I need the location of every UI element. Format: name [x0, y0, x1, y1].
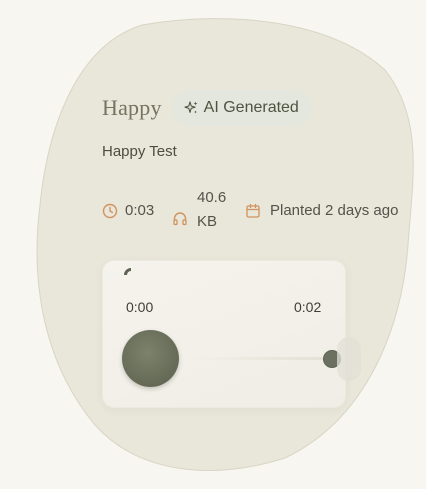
- card-blob-background: [36, 18, 414, 471]
- play-button[interactable]: [122, 330, 179, 387]
- total-time: 0:02: [294, 299, 322, 315]
- size-value: 40.6 KB: [197, 189, 227, 230]
- duration-meta: 0:03: [102, 202, 154, 219]
- planted-value: Planted 2 days ago: [270, 202, 399, 219]
- recording-title: Happy: [102, 95, 162, 120]
- recording-description: Happy Test: [102, 143, 177, 160]
- waveform-marker-icon: [124, 268, 131, 275]
- size-meta: 40.6 KB: [172, 186, 231, 234]
- current-time: 0:00: [126, 299, 154, 315]
- recording-meta: 0:03 40.6 KB Planted 2 days ago: [102, 186, 402, 236]
- sparkles-icon: [183, 100, 199, 116]
- planted-meta: Planted 2 days ago: [245, 202, 398, 219]
- clock-icon: [102, 203, 118, 218]
- ai-badge-label: AI Generated: [203, 99, 299, 116]
- title-row: Happy AI Generated: [102, 90, 312, 126]
- scroll-handle[interactable]: [337, 337, 361, 381]
- headphones-icon: [173, 212, 187, 226]
- audio-card-stage: Happy AI Generated Happy Test 0:03 40.6 …: [0, 0, 426, 489]
- audio-player: 0:00 0:02: [102, 260, 346, 408]
- progress-track[interactable]: [193, 357, 325, 360]
- ai-generated-badge: AI Generated: [171, 90, 312, 126]
- calendar-icon: [246, 203, 260, 218]
- duration-value: 0:03: [125, 202, 155, 219]
